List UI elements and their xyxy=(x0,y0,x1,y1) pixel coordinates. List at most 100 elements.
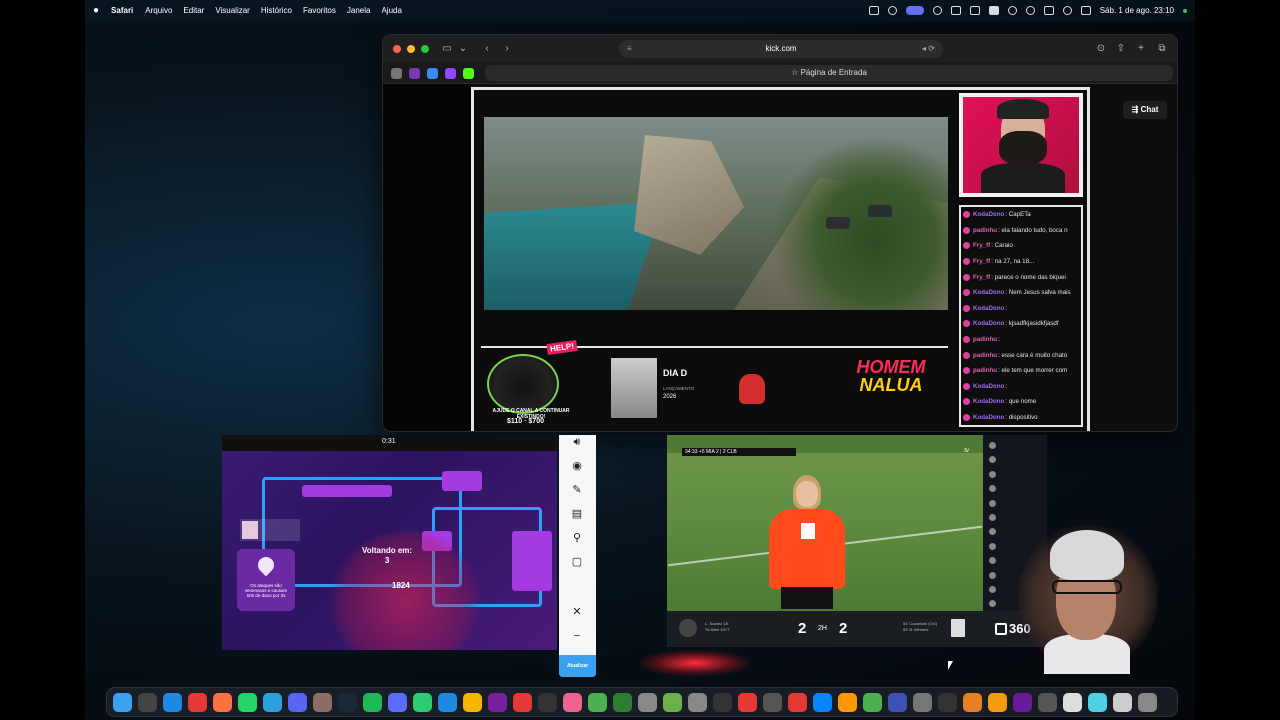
kick-icon[interactable] xyxy=(463,68,474,79)
twitch-icon[interactable] xyxy=(445,68,456,79)
chat-username[interactable]: KodaDono xyxy=(973,383,1004,390)
dock-app-icon[interactable] xyxy=(938,693,957,712)
dock-app-icon[interactable] xyxy=(638,693,657,712)
dock-app-icon[interactable] xyxy=(363,693,382,712)
active-tab[interactable]: ☆ Página de Entrada xyxy=(485,65,1173,81)
minimize-icon[interactable]: − xyxy=(570,629,584,643)
dock-app-icon[interactable] xyxy=(263,693,282,712)
dock-app-icon[interactable] xyxy=(1113,693,1132,712)
menu-editar[interactable]: Editar xyxy=(183,6,204,15)
dock-app-icon[interactable] xyxy=(588,693,607,712)
address-bar[interactable]: ≡ kick.com ◂ ⟳ xyxy=(619,40,943,58)
close-window-button[interactable] xyxy=(393,45,401,53)
window-icon[interactable]: ▢ xyxy=(570,555,584,569)
dock-app-icon[interactable] xyxy=(413,693,432,712)
chat-username[interactable]: KodaDono xyxy=(973,305,1004,312)
dock-app-icon[interactable] xyxy=(1088,693,1107,712)
pen-icon[interactable]: ✎ xyxy=(570,483,584,497)
dock-app-icon[interactable] xyxy=(713,693,732,712)
brawl-stars-window[interactable]: 0:31 Os ataques são venenosos e causam 5… xyxy=(222,435,557,650)
menu-favoritos[interactable]: Favoritos xyxy=(303,6,336,15)
chat-username[interactable]: KodaDono xyxy=(973,289,1004,296)
menu-historico[interactable]: Histórico xyxy=(261,6,292,15)
chat-username[interactable]: padinhu xyxy=(973,227,997,234)
close-icon[interactable]: ✕ xyxy=(570,605,584,619)
forward-icon[interactable]: › xyxy=(499,42,515,55)
chat-username[interactable]: KodaDono xyxy=(973,414,1004,421)
chat-username[interactable]: padinhu xyxy=(973,336,997,343)
new-tab-icon[interactable]: + xyxy=(1133,42,1149,55)
search-icon[interactable] xyxy=(1025,6,1035,15)
chevron-down-icon[interactable]: ⌄ xyxy=(455,42,471,55)
dock-app-icon[interactable] xyxy=(1063,693,1082,712)
reload-icon[interactable]: ◂ ⟳ xyxy=(922,40,935,58)
share-icon[interactable]: ⇧ xyxy=(1113,42,1129,55)
volume-icon[interactable]: 🔊︎ xyxy=(570,435,584,449)
back-icon[interactable]: ‹ xyxy=(479,42,495,55)
dock-app-icon[interactable] xyxy=(838,693,857,712)
dock-app-icon[interactable] xyxy=(538,693,557,712)
dock-app-icon[interactable] xyxy=(138,693,157,712)
battery-icon[interactable] xyxy=(988,6,999,15)
dock-app-icon[interactable] xyxy=(613,693,632,712)
stream-chat[interactable]: KodaDono: CapETa padinhu: ela falando tud… xyxy=(959,205,1083,427)
dock-app-icon[interactable] xyxy=(388,693,407,712)
dock-app-icon[interactable] xyxy=(513,693,532,712)
sidebar-toggle-icon[interactable]: ▭ xyxy=(439,42,455,55)
pin-icon[interactable]: ⚲ xyxy=(570,531,584,545)
download-icon[interactable]: ⊙ xyxy=(1093,42,1109,55)
dock-app-icon[interactable] xyxy=(788,693,807,712)
tab-overview-icon[interactable]: ⧉ xyxy=(1154,42,1170,55)
menu-app-name[interactable]: Safari xyxy=(111,6,133,15)
menu-arquivo[interactable]: Arquivo xyxy=(145,6,172,15)
stream-player[interactable]: KodaDono: CapETa padinhu: ela falando tud… xyxy=(471,87,1090,431)
dock-app-icon[interactable] xyxy=(488,693,507,712)
dock-app-icon[interactable] xyxy=(163,693,182,712)
clipboard-icon[interactable] xyxy=(868,6,879,15)
dock-app-icon[interactable] xyxy=(963,693,982,712)
dock-app-icon[interactable] xyxy=(188,693,207,712)
menu-ajuda[interactable]: Ajuda xyxy=(381,6,401,15)
record-icon[interactable]: ◉ xyxy=(570,459,584,473)
chat-username[interactable]: KodaDono xyxy=(973,320,1004,327)
dock-app-icon[interactable] xyxy=(738,693,757,712)
dock-app-icon[interactable] xyxy=(438,693,457,712)
control-center-icon[interactable] xyxy=(1080,6,1091,15)
dock-app-icon[interactable] xyxy=(463,693,482,712)
chat-username[interactable]: KodaDono xyxy=(973,211,1004,218)
page-menu-icon[interactable]: ≡ xyxy=(627,40,632,58)
webcam-overlay[interactable] xyxy=(1018,522,1158,674)
dock-app-icon[interactable] xyxy=(663,693,682,712)
chat-username[interactable]: Fry_ff xyxy=(973,274,990,281)
menu-visualizar[interactable]: Visualizar xyxy=(215,6,250,15)
dock-app-icon[interactable] xyxy=(313,693,332,712)
minimize-window-button[interactable] xyxy=(407,45,415,53)
chat-username[interactable]: Fry_ff xyxy=(973,258,990,265)
menu-clock[interactable]: Sáb. 1 de ago. 23:10 xyxy=(1100,6,1174,15)
favorite-3-icon[interactable] xyxy=(427,68,438,79)
dock-app-icon[interactable] xyxy=(888,693,907,712)
dock-app-icon[interactable] xyxy=(863,693,882,712)
dock-app-icon[interactable] xyxy=(763,693,782,712)
file-icon[interactable]: ▤ xyxy=(570,507,584,521)
zoom-window-button[interactable] xyxy=(421,45,429,53)
soccer-stream-window[interactable]: 94:33 +5 MIA 2 | 2 CLB tv L. Suárez 18' … xyxy=(667,435,983,647)
nordvpn-icon[interactable] xyxy=(950,6,961,15)
dock-app-icon[interactable] xyxy=(213,693,232,712)
dock-app-icon[interactable] xyxy=(1013,693,1032,712)
chat-username[interactable]: Fry_ff xyxy=(973,242,990,249)
dock-app-icon[interactable] xyxy=(238,693,257,712)
chat-toggle-button[interactable]: ⇶ Chat xyxy=(1123,101,1167,119)
update-button[interactable]: Atualizar xyxy=(559,655,596,677)
favorite-1-icon[interactable] xyxy=(391,68,402,79)
dock-app-icon[interactable] xyxy=(288,693,307,712)
screen-record-icon[interactable] xyxy=(905,6,924,15)
controls-icon[interactable] xyxy=(969,6,980,15)
favorite-2-icon[interactable] xyxy=(409,68,420,79)
menu-janela[interactable]: Janela xyxy=(347,6,371,15)
shield-icon[interactable] xyxy=(887,6,897,15)
chat-username[interactable]: KodaDono xyxy=(973,398,1004,405)
display-icon[interactable] xyxy=(1043,6,1054,15)
wifi-icon[interactable] xyxy=(1007,6,1017,15)
dock-app-icon[interactable] xyxy=(813,693,832,712)
